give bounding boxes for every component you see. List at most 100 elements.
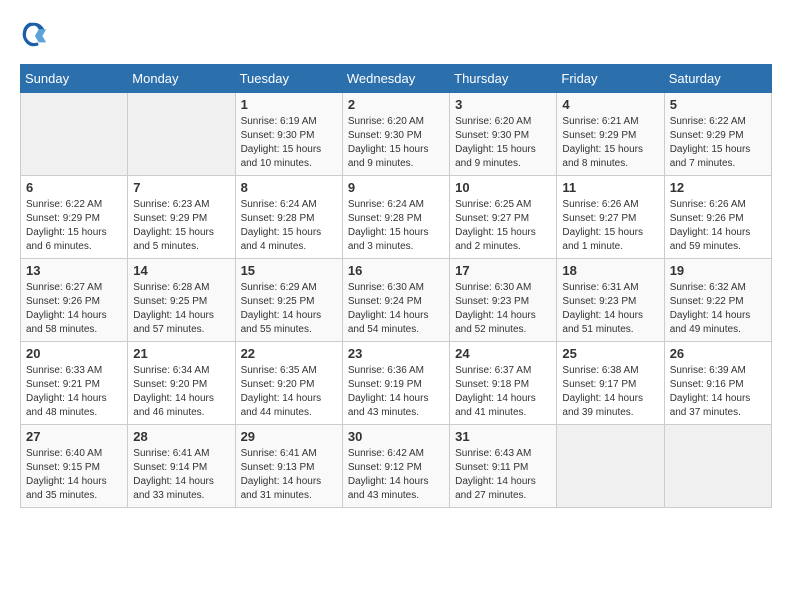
calendar-cell	[21, 93, 128, 176]
day-number: 1	[241, 97, 337, 112]
day-info: Sunrise: 6:38 AM Sunset: 9:17 PM Dayligh…	[562, 364, 658, 420]
day-number: 21	[133, 346, 229, 361]
day-info: Sunrise: 6:29 AM Sunset: 9:25 PM Dayligh…	[241, 281, 337, 337]
day-number: 26	[670, 346, 766, 361]
day-number: 13	[26, 263, 122, 278]
calendar-cell: 6 Sunrise: 6:22 AM Sunset: 9:29 PM Daylig…	[21, 176, 128, 259]
day-info: Sunrise: 6:22 AM Sunset: 9:29 PM Dayligh…	[26, 198, 122, 254]
day-number: 22	[241, 346, 337, 361]
day-info: Sunrise: 6:41 AM Sunset: 9:13 PM Dayligh…	[241, 447, 337, 503]
calendar-cell: 10 Sunrise: 6:25 AM Sunset: 9:27 PM Dayli…	[450, 176, 557, 259]
day-number: 28	[133, 429, 229, 444]
calendar-cell: 9 Sunrise: 6:24 AM Sunset: 9:28 PM Daylig…	[342, 176, 449, 259]
day-number: 11	[562, 180, 658, 195]
calendar-cell: 5 Sunrise: 6:22 AM Sunset: 9:29 PM Daylig…	[664, 93, 771, 176]
calendar-cell: 3Sunrise: 6:20 AM Sunset: 9:30 PM Daylig…	[450, 93, 557, 176]
calendar-header-monday: Monday	[128, 65, 235, 93]
day-info: Sunrise: 6:33 AM Sunset: 9:21 PM Dayligh…	[26, 364, 122, 420]
day-info: Sunrise: 6:43 AM Sunset: 9:11 PM Dayligh…	[455, 447, 551, 503]
day-info: Sunrise: 6:26 AM Sunset: 9:27 PM Dayligh…	[562, 198, 658, 254]
calendar-cell	[128, 93, 235, 176]
day-number: 17	[455, 263, 551, 278]
day-number: 10	[455, 180, 551, 195]
day-info: Sunrise: 6:30 AM Sunset: 9:24 PM Dayligh…	[348, 281, 444, 337]
calendar-cell: 16 Sunrise: 6:30 AM Sunset: 9:24 PM Dayli…	[342, 259, 449, 342]
calendar-cell: 24 Sunrise: 6:37 AM Sunset: 9:18 PM Dayli…	[450, 342, 557, 425]
day-number: 20	[26, 346, 122, 361]
calendar-cell: 21Sunrise: 6:34 AM Sunset: 9:20 PM Dayli…	[128, 342, 235, 425]
day-number: 29	[241, 429, 337, 444]
day-number: 25	[562, 346, 658, 361]
day-info: Sunrise: 6:20 AM Sunset: 9:30 PM Dayligh…	[455, 115, 551, 171]
calendar-header-thursday: Thursday	[450, 65, 557, 93]
day-number: 4	[562, 97, 658, 112]
calendar-cell	[557, 425, 664, 508]
day-info: Sunrise: 6:36 AM Sunset: 9:19 PM Dayligh…	[348, 364, 444, 420]
day-info: Sunrise: 6:24 AM Sunset: 9:28 PM Dayligh…	[241, 198, 337, 254]
calendar-cell: 7 Sunrise: 6:23 AM Sunset: 9:29 PM Daylig…	[128, 176, 235, 259]
day-info: Sunrise: 6:23 AM Sunset: 9:29 PM Dayligh…	[133, 198, 229, 254]
day-info: Sunrise: 6:30 AM Sunset: 9:23 PM Dayligh…	[455, 281, 551, 337]
day-number: 23	[348, 346, 444, 361]
calendar-cell: 19Sunrise: 6:32 AM Sunset: 9:22 PM Dayli…	[664, 259, 771, 342]
logo	[20, 20, 50, 48]
day-number: 7	[133, 180, 229, 195]
day-info: Sunrise: 6:21 AM Sunset: 9:29 PM Dayligh…	[562, 115, 658, 171]
day-number: 12	[670, 180, 766, 195]
calendar-header-wednesday: Wednesday	[342, 65, 449, 93]
day-info: Sunrise: 6:20 AM Sunset: 9:30 PM Dayligh…	[348, 115, 444, 171]
calendar-cell: 18Sunrise: 6:31 AM Sunset: 9:23 PM Dayli…	[557, 259, 664, 342]
calendar-cell: 13 Sunrise: 6:27 AM Sunset: 9:26 PM Dayli…	[21, 259, 128, 342]
day-info: Sunrise: 6:32 AM Sunset: 9:22 PM Dayligh…	[670, 281, 766, 337]
calendar-cell: 25 Sunrise: 6:38 AM Sunset: 9:17 PM Dayli…	[557, 342, 664, 425]
calendar-header-saturday: Saturday	[664, 65, 771, 93]
calendar-header-row: SundayMondayTuesdayWednesdayThursdayFrid…	[21, 65, 772, 93]
calendar-cell: 12 Sunrise: 6:26 AM Sunset: 9:26 PM Dayli…	[664, 176, 771, 259]
calendar-header-friday: Friday	[557, 65, 664, 93]
day-info: Sunrise: 6:42 AM Sunset: 9:12 PM Dayligh…	[348, 447, 444, 503]
page-header	[20, 20, 772, 48]
calendar-cell: 2 Sunrise: 6:20 AM Sunset: 9:30 PM Daylig…	[342, 93, 449, 176]
calendar-week-row: 27Sunrise: 6:40 AM Sunset: 9:15 PM Dayli…	[21, 425, 772, 508]
calendar-cell: 8Sunrise: 6:24 AM Sunset: 9:28 PM Daylig…	[235, 176, 342, 259]
day-info: Sunrise: 6:35 AM Sunset: 9:20 PM Dayligh…	[241, 364, 337, 420]
day-info: Sunrise: 6:19 AM Sunset: 9:30 PM Dayligh…	[241, 115, 337, 171]
calendar-week-row: 1 Sunrise: 6:19 AM Sunset: 9:30 PM Daylig…	[21, 93, 772, 176]
day-number: 24	[455, 346, 551, 361]
day-info: Sunrise: 6:24 AM Sunset: 9:28 PM Dayligh…	[348, 198, 444, 254]
calendar-cell: 28 Sunrise: 6:41 AM Sunset: 9:14 PM Dayli…	[128, 425, 235, 508]
calendar-cell: 23 Sunrise: 6:36 AM Sunset: 9:19 PM Dayli…	[342, 342, 449, 425]
calendar-cell: 30 Sunrise: 6:42 AM Sunset: 9:12 PM Dayli…	[342, 425, 449, 508]
day-number: 9	[348, 180, 444, 195]
day-number: 14	[133, 263, 229, 278]
calendar-table: SundayMondayTuesdayWednesdayThursdayFrid…	[20, 64, 772, 508]
calendar-cell: 14 Sunrise: 6:28 AM Sunset: 9:25 PM Dayli…	[128, 259, 235, 342]
day-info: Sunrise: 6:40 AM Sunset: 9:15 PM Dayligh…	[26, 447, 122, 503]
calendar-cell: 29 Sunrise: 6:41 AM Sunset: 9:13 PM Dayli…	[235, 425, 342, 508]
calendar-week-row: 6 Sunrise: 6:22 AM Sunset: 9:29 PM Daylig…	[21, 176, 772, 259]
calendar-cell	[664, 425, 771, 508]
day-number: 5	[670, 97, 766, 112]
day-number: 31	[455, 429, 551, 444]
day-number: 15	[241, 263, 337, 278]
day-number: 30	[348, 429, 444, 444]
day-info: Sunrise: 6:25 AM Sunset: 9:27 PM Dayligh…	[455, 198, 551, 254]
calendar-week-row: 13 Sunrise: 6:27 AM Sunset: 9:26 PM Dayli…	[21, 259, 772, 342]
calendar-week-row: 20 Sunrise: 6:33 AM Sunset: 9:21 PM Dayli…	[21, 342, 772, 425]
calendar-cell: 17 Sunrise: 6:30 AM Sunset: 9:23 PM Dayli…	[450, 259, 557, 342]
day-info: Sunrise: 6:22 AM Sunset: 9:29 PM Dayligh…	[670, 115, 766, 171]
day-info: Sunrise: 6:26 AM Sunset: 9:26 PM Dayligh…	[670, 198, 766, 254]
calendar-header-sunday: Sunday	[21, 65, 128, 93]
day-info: Sunrise: 6:41 AM Sunset: 9:14 PM Dayligh…	[133, 447, 229, 503]
calendar-cell: 1 Sunrise: 6:19 AM Sunset: 9:30 PM Daylig…	[235, 93, 342, 176]
day-info: Sunrise: 6:28 AM Sunset: 9:25 PM Dayligh…	[133, 281, 229, 337]
day-info: Sunrise: 6:31 AM Sunset: 9:23 PM Dayligh…	[562, 281, 658, 337]
calendar-cell: 22 Sunrise: 6:35 AM Sunset: 9:20 PM Dayli…	[235, 342, 342, 425]
day-number: 2	[348, 97, 444, 112]
day-number: 16	[348, 263, 444, 278]
logo-icon	[20, 20, 48, 48]
day-info: Sunrise: 6:27 AM Sunset: 9:26 PM Dayligh…	[26, 281, 122, 337]
day-number: 6	[26, 180, 122, 195]
calendar-cell: 31 Sunrise: 6:43 AM Sunset: 9:11 PM Dayli…	[450, 425, 557, 508]
day-info: Sunrise: 6:37 AM Sunset: 9:18 PM Dayligh…	[455, 364, 551, 420]
